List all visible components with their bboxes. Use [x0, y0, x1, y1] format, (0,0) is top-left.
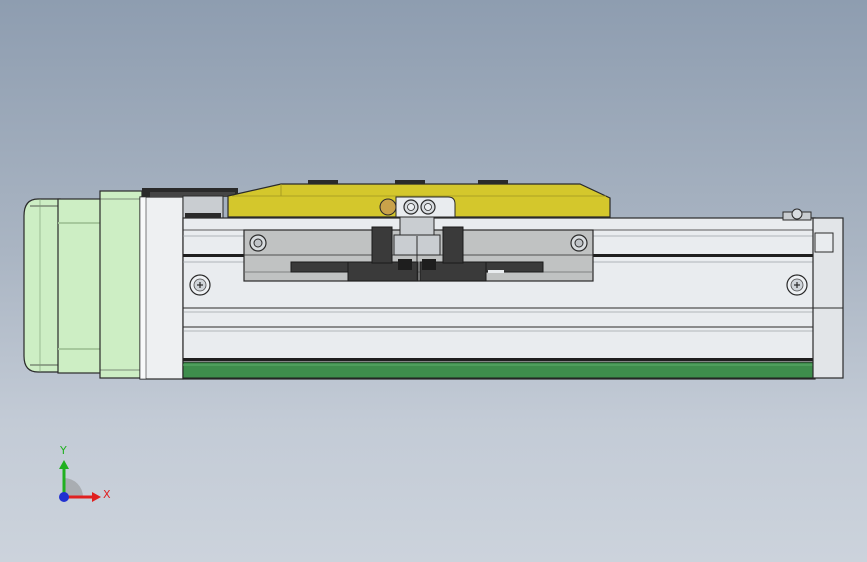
- bracket-screw-right: [570, 234, 588, 252]
- graphics-viewport[interactable]: Y X: [0, 0, 867, 562]
- x-axis-arrow: [92, 492, 101, 502]
- carriage-top-plate[interactable]: [227, 180, 611, 218]
- z-axis-origin: [59, 492, 69, 502]
- x-axis-label: X: [103, 488, 111, 501]
- stepper-motor[interactable]: [23, 190, 184, 380]
- bracket-screw-left: [249, 234, 267, 252]
- y-axis-arrow: [59, 460, 69, 469]
- rail-screw-right: [786, 274, 808, 296]
- orientation-triad[interactable]: Y X: [50, 440, 120, 510]
- y-axis-label: Y: [59, 444, 67, 457]
- rail-screw-left: [189, 274, 211, 296]
- linear-module-model[interactable]: [0, 0, 867, 562]
